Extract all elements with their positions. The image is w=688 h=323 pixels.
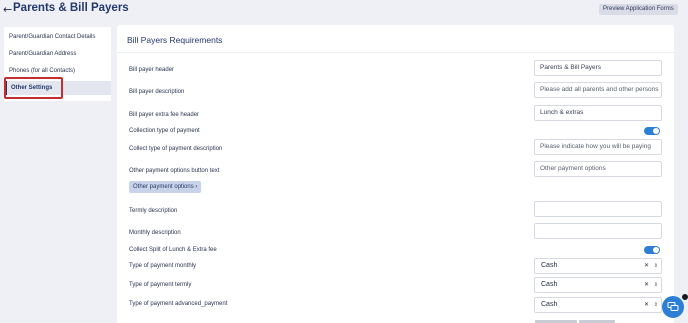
divider [117, 52, 674, 53]
payment-monthly-select[interactable]: Cash ✕ ⇕ [534, 258, 662, 274]
notification-badge [682, 294, 688, 300]
sidebar-item-phones[interactable]: Phones (for all Contacts) [9, 68, 75, 74]
close-icon[interactable]: ✕ [644, 259, 649, 273]
highlight-box [4, 77, 63, 99]
sort-caret-icon[interactable]: ⇕ [654, 259, 658, 273]
main-panel: Bill Payers Requirements Bill payer head… [117, 25, 674, 323]
payment-monthly-value: Cash [541, 262, 558, 269]
section-title: Bill Payers Requirements [127, 35, 223, 45]
bill-payer-header-label: Bill payer header [129, 67, 175, 73]
collection-type-label: Collection type of payment [129, 128, 200, 134]
collect-type-description-label: Collect type of payment description [129, 146, 223, 152]
other-payment-options-button[interactable]: Other payment options › [129, 181, 202, 193]
sort-caret-icon[interactable]: ⇕ [654, 278, 658, 292]
monthly-description-input[interactable] [534, 223, 662, 239]
extra-fee-header-label: Bill payer extra fee header [129, 112, 200, 118]
page-title: Parents & Bill Payers [13, 2, 129, 14]
other-payment-options-label: Other payment options [133, 184, 194, 190]
termly-description-label: Termly description [129, 208, 178, 214]
payment-termly-label: Type of payment termly [129, 282, 192, 288]
close-icon[interactable]: ✕ [644, 278, 649, 292]
preview-forms-button[interactable]: Preview Application Forms [599, 4, 678, 15]
other-options-text-input[interactable]: Other payment options [534, 161, 662, 177]
payment-advanced-label: Type of payment advanced_payment [129, 301, 228, 307]
termly-description-input[interactable] [534, 201, 662, 217]
back-arrow-icon[interactable]: ← [3, 3, 12, 16]
sidebar-item-address[interactable]: Parent/Guardian Address [9, 51, 76, 57]
chat-icon [667, 302, 679, 311]
payment-advanced-value: Cash [541, 301, 558, 308]
other-options-text-label: Other payment options button text [129, 168, 220, 174]
bill-payer-description-input[interactable]: Please add all parents and other persons [534, 82, 662, 98]
payment-termly-value: Cash [541, 281, 558, 288]
payment-advanced-select[interactable]: Cash ✕ ⇕ [534, 297, 662, 313]
sort-caret-icon[interactable]: ⇕ [654, 298, 658, 312]
payment-monthly-label: Type of payment monthly [129, 263, 197, 269]
split-fee-toggle[interactable] [644, 246, 660, 254]
monthly-description-label: Monthly description [129, 230, 181, 236]
payment-termly-select[interactable]: Cash ✕ ⇕ [534, 277, 662, 293]
sidebar-item-contact-details[interactable]: Parent/Guardian Contact Details [9, 34, 95, 40]
split-fee-label: Collect Split of Lunch & Extra fee [129, 247, 217, 253]
extra-fee-header-input[interactable]: Lunch & extras [534, 105, 662, 121]
collect-type-description-input[interactable]: Please indicate how you will be paying [534, 139, 662, 155]
collection-type-toggle[interactable] [644, 127, 660, 135]
close-icon[interactable]: ✕ [644, 298, 649, 312]
bill-payer-header-input[interactable]: Parents & Bill Payers [534, 60, 662, 76]
chat-button[interactable] [662, 296, 684, 318]
chevron-right-icon: › [195, 184, 198, 190]
top-bar: ← Parents & Bill Payers Preview Applicat… [0, 0, 688, 22]
bill-payer-description-label: Bill payer description [129, 89, 185, 95]
